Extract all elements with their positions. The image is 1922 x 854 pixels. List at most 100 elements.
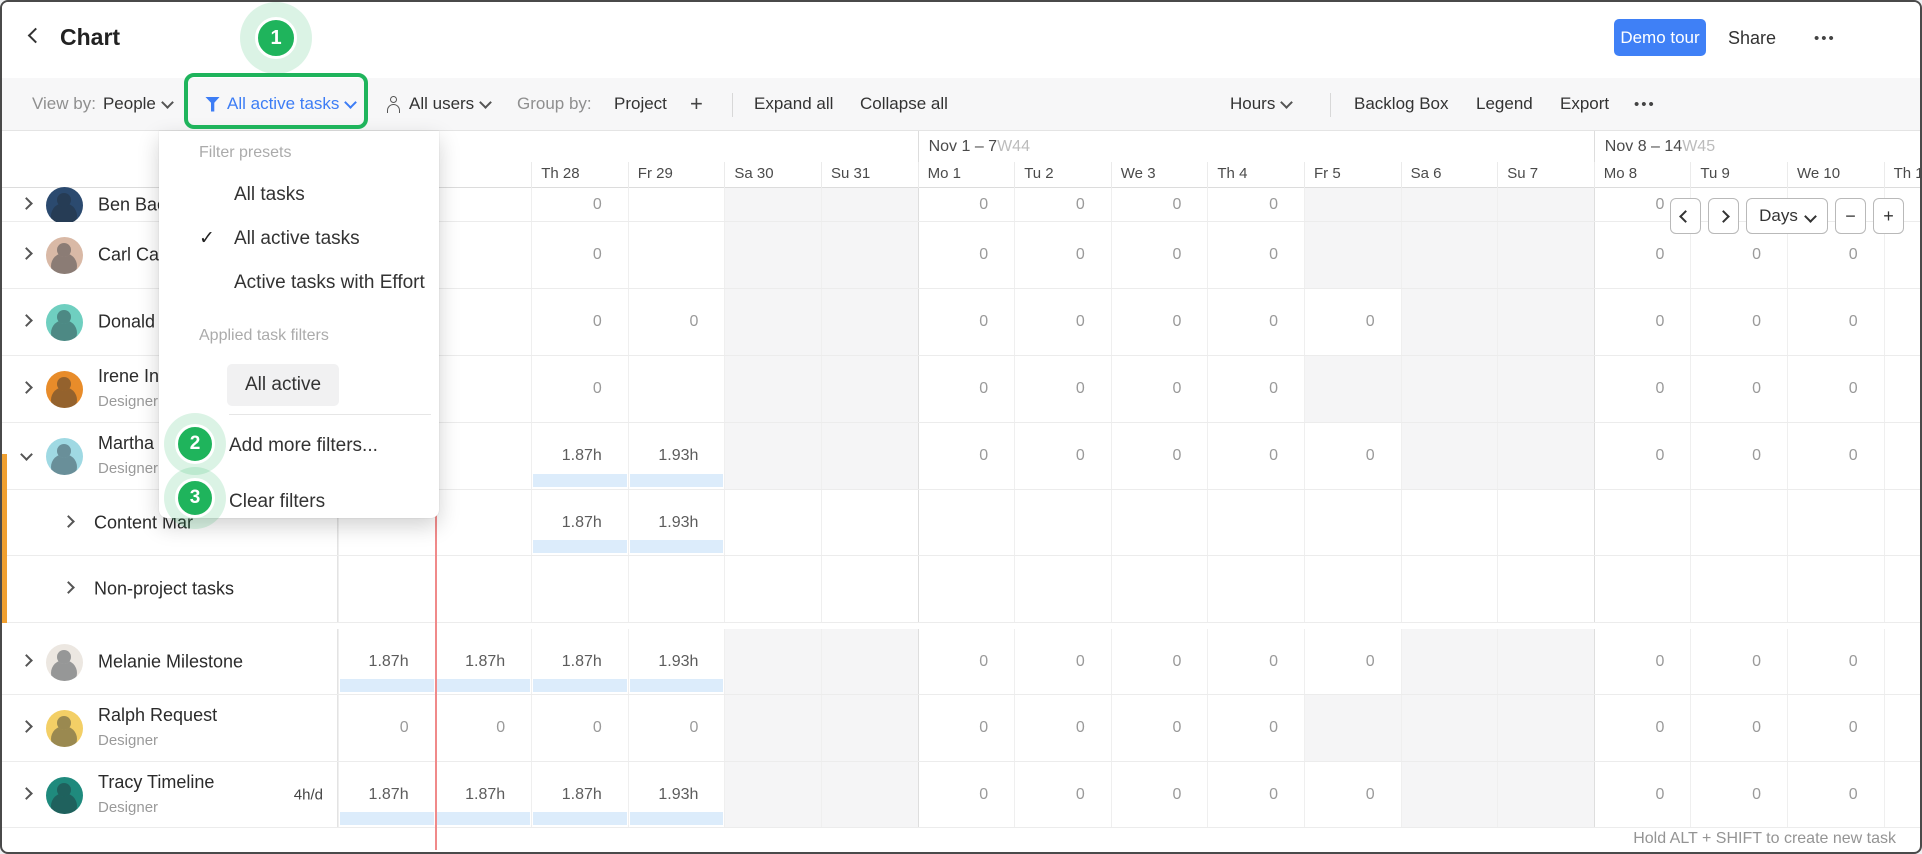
grid-cell[interactable] xyxy=(1883,629,1920,694)
project-row[interactable]: Non-project tasks xyxy=(2,556,1920,623)
grid-cell[interactable] xyxy=(1497,490,1594,555)
grid-cell[interactable] xyxy=(1014,490,1111,555)
grid-cell[interactable] xyxy=(1497,356,1594,422)
add-more-filters[interactable]: Add more filters... xyxy=(229,435,378,457)
grid-cell[interactable] xyxy=(1400,629,1498,694)
grid-cell[interactable]: 0 xyxy=(1014,762,1111,827)
grid-cell[interactable]: 0 xyxy=(1304,289,1401,355)
grid-cell[interactable] xyxy=(821,222,918,288)
grid-cell[interactable]: 0 xyxy=(1593,762,1691,827)
export-button[interactable]: Export xyxy=(1560,78,1609,130)
preset-all-active-tasks[interactable]: All active tasks xyxy=(234,228,360,250)
grid-cell[interactable]: 0 xyxy=(917,356,1015,422)
grid-cell[interactable] xyxy=(1787,490,1884,555)
expand-all-button[interactable]: Expand all xyxy=(754,78,833,130)
grid-cell[interactable] xyxy=(821,629,918,694)
zoom-in-button[interactable]: + xyxy=(1873,198,1904,234)
grid-cell[interactable]: 0 xyxy=(1787,289,1884,355)
grid-cell[interactable]: 0 xyxy=(1014,629,1111,694)
grid-cell[interactable]: 0 xyxy=(1207,762,1304,827)
grid-cell[interactable]: 0 xyxy=(1787,629,1884,694)
grid-cell[interactable] xyxy=(821,423,918,489)
grid-cell[interactable] xyxy=(1207,490,1304,555)
grid-cell[interactable]: 0 xyxy=(1690,629,1787,694)
grid-cell[interactable]: 0 xyxy=(917,695,1015,761)
person-row[interactable]: 0 0 0 0 0 0 0 0 0 0 0 Ralph Request Designer xyxy=(2,695,1920,762)
grid-cell[interactable]: 0 xyxy=(1787,695,1884,761)
grid-cell[interactable] xyxy=(1400,423,1498,489)
person-row[interactable]: 1.87h 1.87h 1.87h 1.93h 0 0 0 0 0 0 0 0 Melanie Mile… xyxy=(2,629,1920,695)
grid-cell[interactable]: 0 xyxy=(1110,356,1208,422)
grid-cell[interactable]: 0 xyxy=(1110,222,1208,288)
grid-cell[interactable]: 0 xyxy=(531,695,628,761)
grid-cell[interactable]: 1.87h xyxy=(531,490,628,555)
grid-cell[interactable]: 1.93h xyxy=(627,490,725,555)
grid-cell[interactable]: 0 xyxy=(917,222,1015,288)
grid-cell[interactable] xyxy=(1690,490,1787,555)
grid-cell[interactable] xyxy=(821,762,918,827)
grid-cell[interactable]: 0 xyxy=(1207,188,1304,221)
grid-cell[interactable] xyxy=(1497,556,1594,622)
expand-chevron-icon[interactable] xyxy=(62,581,75,594)
grid-cell[interactable] xyxy=(1497,629,1594,694)
task-filter-button[interactable]: All active tasks xyxy=(205,78,358,130)
grid-cell[interactable] xyxy=(1883,556,1920,622)
applied-filter-chip[interactable]: All active xyxy=(227,364,340,406)
grid-cell[interactable]: 0 xyxy=(1690,289,1787,355)
prev-button[interactable] xyxy=(1670,198,1701,234)
grid-cell[interactable] xyxy=(1497,423,1594,489)
grid-cell[interactable] xyxy=(1497,222,1594,288)
grid-cell[interactable]: 0 xyxy=(1110,695,1208,761)
share-button[interactable]: Share xyxy=(1728,28,1776,49)
grid-cell[interactable]: 0 xyxy=(1014,695,1111,761)
grid-cell[interactable] xyxy=(1304,695,1401,761)
grid-cell[interactable]: 0 xyxy=(917,629,1015,694)
grid-cell[interactable]: 0 xyxy=(531,289,628,355)
grid-cell[interactable]: 0 xyxy=(1304,629,1401,694)
grid-cell[interactable] xyxy=(917,490,1015,555)
grid-cell[interactable] xyxy=(627,222,725,288)
grid-cell[interactable] xyxy=(434,222,532,288)
grid-cell[interactable]: 1.87h xyxy=(531,629,628,694)
legend-button[interactable]: Legend xyxy=(1476,78,1533,130)
grid-cell[interactable] xyxy=(627,188,725,221)
grid-cell[interactable] xyxy=(1497,762,1594,827)
grid-cell[interactable] xyxy=(434,490,532,555)
expand-chevron-icon[interactable] xyxy=(62,514,75,528)
grid-cell[interactable]: 0 xyxy=(1690,423,1787,489)
grid-cell[interactable]: 0 xyxy=(1014,356,1111,422)
grid-cell[interactable]: 0 xyxy=(1110,188,1208,221)
clear-filters[interactable]: Clear filters xyxy=(229,491,325,513)
grid-cell[interactable]: 0 xyxy=(1207,222,1304,288)
grid-cell[interactable] xyxy=(1593,556,1691,622)
grid-cell[interactable] xyxy=(821,556,918,622)
grid-cell[interactable]: 0 xyxy=(1787,356,1884,422)
collapse-all-button[interactable]: Collapse all xyxy=(860,78,948,130)
grid-cell[interactable]: 0 xyxy=(531,356,628,422)
grid-cell[interactable] xyxy=(1883,695,1920,761)
grid-cell[interactable] xyxy=(724,490,821,555)
grid-cell[interactable]: 0 xyxy=(434,695,532,761)
grid-cell[interactable] xyxy=(724,629,821,694)
grid-cell[interactable] xyxy=(724,423,821,489)
grid-cell[interactable]: 0 xyxy=(1207,629,1304,694)
grid-cell[interactable] xyxy=(434,289,532,355)
grid-cell[interactable]: 0 xyxy=(627,695,725,761)
grid-cell[interactable] xyxy=(1400,695,1498,761)
grid-cell[interactable]: 0 xyxy=(531,188,628,221)
grid-cell[interactable] xyxy=(1787,556,1884,622)
grid-cell[interactable]: 0 xyxy=(917,762,1015,827)
grid-cell[interactable] xyxy=(724,289,821,355)
grid-cell[interactable] xyxy=(1304,222,1401,288)
grid-cell[interactable] xyxy=(1304,356,1401,422)
expand-chevron-icon[interactable] xyxy=(20,381,33,394)
grid-cell[interactable] xyxy=(917,556,1015,622)
view-by-dropdown[interactable]: View by: People xyxy=(32,78,174,130)
grid-cell[interactable] xyxy=(1207,556,1304,622)
grid-cell[interactable] xyxy=(1304,556,1401,622)
grid-cell[interactable]: 0 xyxy=(1787,762,1884,827)
expand-chevron-icon[interactable] xyxy=(20,196,33,210)
grid-cell[interactable] xyxy=(1883,762,1920,827)
preset-all-tasks[interactable]: All tasks xyxy=(234,184,305,206)
grid-cell[interactable] xyxy=(531,556,628,622)
